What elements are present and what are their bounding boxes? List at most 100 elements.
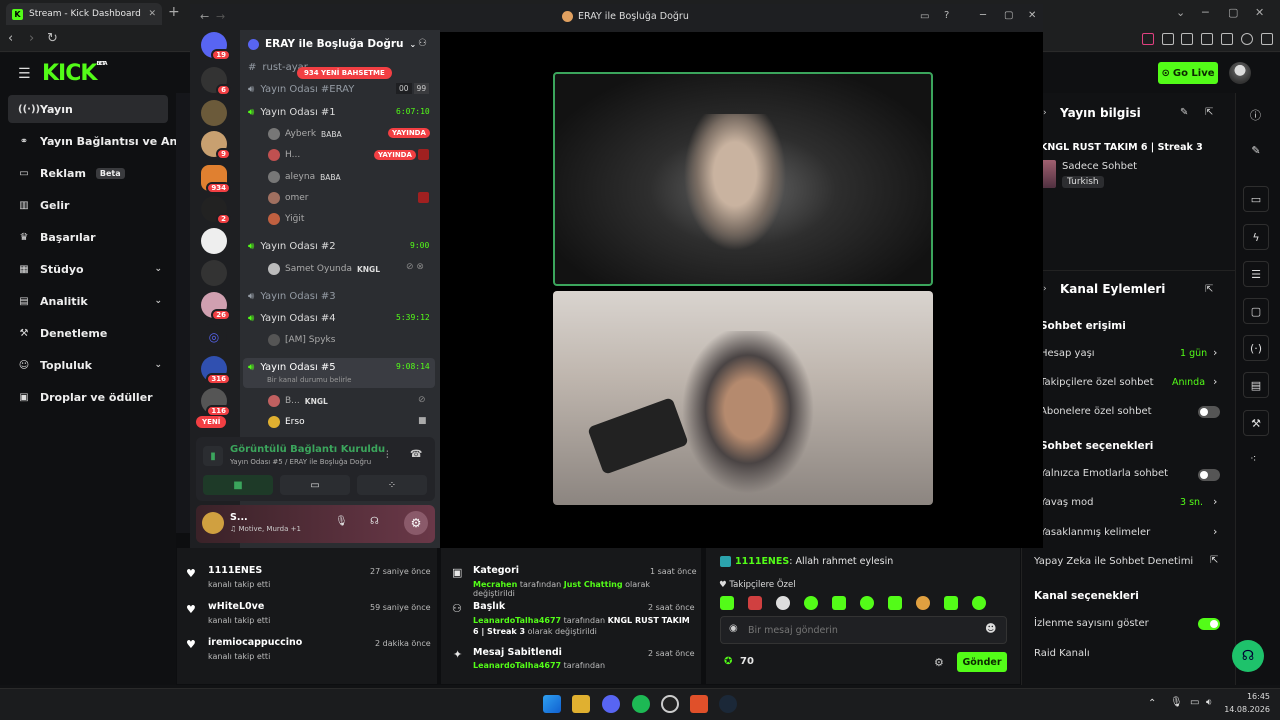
- voice-user[interactable]: omer: [268, 189, 309, 207]
- collapse-icon[interactable]: ›: [1043, 108, 1047, 118]
- channel-voice-room1[interactable]: 🔊︎ Yayın Odası #1: [248, 103, 336, 121]
- voice-user[interactable]: aleyna BABA: [268, 168, 341, 186]
- mention-banner[interactable]: 934 YENİ BAHSETME: [297, 67, 392, 79]
- emote-only-toggle[interactable]: [1198, 469, 1220, 481]
- disconnect-icon[interactable]: ☎: [410, 449, 422, 460]
- emote-icon[interactable]: [748, 596, 762, 610]
- headphones-icon[interactable]: ☊: [370, 516, 379, 527]
- start-icon[interactable]: [543, 695, 561, 713]
- server-icon[interactable]: 6: [201, 67, 231, 96]
- minimize-icon[interactable]: ─: [980, 10, 986, 21]
- user-avatar[interactable]: [1229, 62, 1251, 84]
- server-icon-active[interactable]: 934: [201, 165, 231, 194]
- voice-user[interactable]: Samet Oyunda KNGL: [268, 260, 380, 278]
- pencil-icon[interactable]: ✎: [1243, 137, 1269, 163]
- downloads-icon[interactable]: [1261, 33, 1273, 45]
- sidebar-item-achievements[interactable]: ♛ Başarılar: [8, 223, 168, 251]
- voice-user[interactable]: Ayberk BABA: [268, 125, 342, 143]
- follower-name[interactable]: 1111ENES: [208, 565, 262, 576]
- discord-home-icon[interactable]: 19: [201, 32, 231, 61]
- inbox-icon[interactable]: ▭: [920, 11, 929, 22]
- emote-icon[interactable]: [916, 596, 930, 610]
- chevron-right-icon[interactable]: ›: [1213, 346, 1217, 359]
- followers-only-value[interactable]: Anında: [1172, 377, 1205, 388]
- follower-name[interactable]: wHiteL0ve: [208, 601, 264, 612]
- maximize-icon[interactable]: ▢: [1004, 10, 1013, 21]
- sidebar-item-moderation[interactable]: ⚒ Denetleme: [8, 319, 168, 347]
- sidebar-item-ads[interactable]: ▭ Reklam Beta: [8, 159, 168, 187]
- popout-icon[interactable]: ⇱: [1205, 284, 1213, 295]
- chevron-right-icon[interactable]: ›: [1213, 375, 1217, 388]
- sidebar-item-studio[interactable]: ▦ Stüdyo ⌄: [8, 255, 168, 283]
- list-icon[interactable]: ☰: [1243, 261, 1269, 287]
- info-icon[interactable]: ⓘ: [1250, 107, 1261, 123]
- apps-icon[interactable]: ⁖: [1250, 452, 1256, 465]
- emote-icon[interactable]: [944, 596, 958, 610]
- voice-user[interactable]: B... KNGL: [268, 392, 328, 410]
- sidebar-item-community[interactable]: ☺ Topluluk ⌄: [8, 351, 168, 379]
- channel-voice-room3[interactable]: 🔊︎ Yayın Odası #3: [248, 287, 336, 305]
- clock-date[interactable]: 14.08.2026: [1222, 705, 1270, 714]
- server-icon[interactable]: 2: [201, 196, 231, 225]
- browser-tab[interactable]: K Stream - Kick Dashboard ✕: [6, 3, 162, 25]
- close-icon[interactable]: ✕: [1028, 10, 1036, 21]
- video-stream-tile[interactable]: [553, 291, 933, 505]
- follower-name[interactable]: iremiocappuccino: [208, 637, 302, 648]
- avatar[interactable]: [202, 512, 224, 534]
- server-icon[interactable]: [201, 260, 227, 286]
- sidebar-toggle-icon[interactable]: [1181, 33, 1193, 45]
- volume-icon[interactable]: 🔉︎: [1206, 697, 1212, 708]
- sidebar-item-drops[interactable]: ▣ Droplar ve ödüller: [8, 383, 180, 411]
- new-badge[interactable]: YENİ: [196, 416, 227, 428]
- channel-voice[interactable]: 🔊︎ Yayın Odası #ERAY: [248, 80, 354, 98]
- subs-only-toggle[interactable]: [1198, 406, 1220, 418]
- sidebar-item-yayin[interactable]: ((·)) Yayın: [8, 95, 168, 123]
- tab-search-icon[interactable]: ⌄: [1176, 6, 1185, 19]
- github-icon[interactable]: [661, 695, 679, 713]
- emote-icon[interactable]: [832, 596, 846, 610]
- minimize-icon[interactable]: ─: [1202, 6, 1209, 19]
- chat-input[interactable]: [748, 622, 968, 638]
- emote-icon[interactable]: [972, 596, 986, 610]
- microphone-icon[interactable]: 🎙︎: [1170, 697, 1183, 708]
- layout-icon[interactable]: ▭: [1243, 186, 1269, 212]
- help-icon[interactable]: ?: [944, 10, 949, 21]
- channel-status[interactable]: Bir kanal durumu belirle: [267, 376, 351, 384]
- server-header[interactable]: ERAY ile Boşluğa Doğru ⌄: [248, 38, 416, 50]
- steam-icon[interactable]: [719, 695, 737, 713]
- screen-share-button[interactable]: ▭: [280, 475, 350, 495]
- video-stream-tile[interactable]: [553, 72, 933, 286]
- noise-suppression-icon[interactable]: ⫶: [386, 450, 389, 461]
- collapse-icon[interactable]: ›: [1043, 284, 1047, 294]
- go-live-button[interactable]: ⊙ Go Live: [1158, 62, 1218, 84]
- brave-icon[interactable]: [690, 695, 708, 713]
- support-icon[interactable]: ☊: [1232, 640, 1264, 672]
- emote-icon[interactable]: [804, 596, 818, 610]
- voice-user[interactable]: Yiğit: [268, 210, 304, 228]
- server-icon[interactable]: [201, 100, 227, 126]
- chevron-right-icon[interactable]: ›: [1213, 525, 1217, 538]
- ai-moderation-label[interactable]: Yapay Zeka ile Sohbet Denetimi: [1034, 556, 1193, 567]
- tray-chevron-icon[interactable]: ⌃: [1148, 698, 1156, 709]
- account-age-value[interactable]: 1 gün: [1180, 348, 1207, 359]
- spotify-icon[interactable]: [632, 695, 650, 713]
- slow-mode-value[interactable]: 3 sn.: [1180, 497, 1203, 508]
- sidebar-item-analytics[interactable]: ▤ Analitik ⌄: [8, 287, 168, 315]
- edit-icon[interactable]: ✎: [1180, 107, 1188, 118]
- server-icon[interactable]: 316: [201, 356, 231, 385]
- sidebar-item-revenue[interactable]: ▥ Gelir: [8, 191, 168, 219]
- kick-logo[interactable]: KICKBETA: [42, 61, 108, 86]
- external-link-icon[interactable]: ⇱: [1210, 555, 1218, 566]
- send-button[interactable]: Gönder: [957, 652, 1007, 672]
- shield-icon[interactable]: [1241, 33, 1253, 45]
- settings-gear-icon[interactable]: ⚙: [404, 511, 428, 535]
- voice-user[interactable]: H...: [268, 146, 300, 164]
- menu-icon[interactable]: ☰: [18, 66, 31, 82]
- username[interactable]: S...: [230, 512, 248, 523]
- voice-status[interactable]: Görüntülü Bağlantı Kuruldu: [230, 444, 385, 455]
- discord-taskbar-icon[interactable]: [602, 695, 620, 713]
- reading-list-icon[interactable]: [1201, 33, 1213, 45]
- extension-icon[interactable]: [1142, 33, 1154, 45]
- server-icon[interactable]: [201, 228, 227, 254]
- emote-icon[interactable]: [776, 596, 790, 610]
